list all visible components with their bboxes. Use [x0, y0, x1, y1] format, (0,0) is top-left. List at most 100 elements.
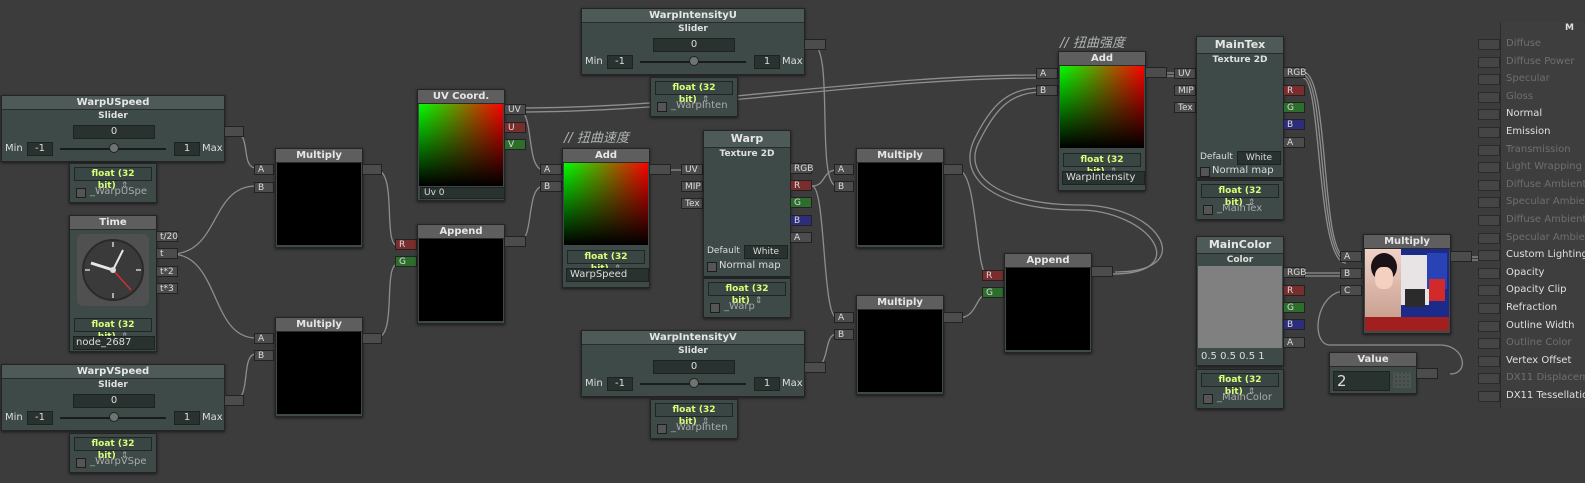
main-input-port[interactable]: [1478, 56, 1500, 68]
slider-value-field[interactable]: 0: [73, 125, 155, 139]
output-port[interactable]: [362, 333, 382, 344]
node-name-field[interactable]: WarpSpeed: [566, 268, 649, 282]
warp-output-rgb[interactable]: RGB: [790, 163, 813, 174]
node-append-2[interactable]: Append: [1004, 253, 1092, 353]
max-field[interactable]: 1: [174, 142, 200, 156]
slider-knob[interactable]: [109, 143, 119, 153]
main-input-port[interactable]: [1478, 197, 1500, 209]
time-output-t2[interactable]: t*2: [156, 266, 178, 277]
input-port-a[interactable]: A: [834, 164, 854, 175]
main-input-port[interactable]: [1478, 109, 1500, 121]
main-input-row[interactable]: Outline Color: [1506, 337, 1571, 348]
uv-output-u[interactable]: U: [504, 122, 526, 133]
main-input-row[interactable]: Gloss: [1506, 91, 1533, 102]
node-warp-intensity-v[interactable]: WarpIntensityV Slider 0 Min -1 1 Max: [581, 330, 805, 397]
node-multiply-5[interactable]: Multiply: [1363, 234, 1451, 334]
node-multiply-3[interactable]: Multiply: [856, 148, 944, 248]
main-input-row[interactable]: Specular Ambient: [1506, 232, 1585, 243]
main-input-row[interactable]: Diffuse: [1506, 38, 1541, 49]
param-checkbox[interactable]: [710, 303, 720, 313]
node-main-color[interactable]: MainColor Color 0.5 0.5 0.5 1: [1196, 236, 1284, 366]
main-input-row[interactable]: Outline Width: [1506, 320, 1574, 331]
main-input-port[interactable]: [1478, 373, 1500, 385]
main-input-row[interactable]: Normal: [1506, 108, 1542, 119]
input-port-b[interactable]: B: [1340, 268, 1362, 279]
warp-output-g[interactable]: G: [790, 197, 812, 208]
param-checkbox[interactable]: [76, 188, 86, 198]
input-port-b[interactable]: B: [834, 181, 854, 192]
main-input-port[interactable]: [1478, 303, 1500, 314]
output-port[interactable]: [943, 312, 963, 323]
max-field[interactable]: 1: [174, 411, 200, 425]
value-field[interactable]: 2: [1333, 371, 1390, 391]
node-value[interactable]: Value 2: [1329, 352, 1417, 394]
main-input-row[interactable]: Diffuse Ambient: [1506, 214, 1585, 225]
main-input-row[interactable]: Opacity: [1506, 267, 1544, 278]
warp-output-b[interactable]: B: [790, 215, 812, 226]
main-input-row[interactable]: Transmission: [1506, 144, 1571, 155]
input-port-r[interactable]: R: [395, 239, 417, 250]
main-input-port[interactable]: [1478, 91, 1500, 103]
min-field[interactable]: -1: [27, 142, 53, 156]
node-uv-coord[interactable]: UV Coord. Uv 0: [417, 89, 505, 201]
main-input-row[interactable]: Specular Ambient: [1506, 196, 1585, 207]
precision-dropdown[interactable]: float (32 bit): [708, 282, 786, 306]
precision-dropdown[interactable]: float (32 bit): [655, 403, 733, 427]
main-input-port[interactable]: [1478, 320, 1500, 332]
param-checkbox[interactable]: [1203, 205, 1213, 215]
default-dropdown[interactable]: White: [744, 245, 788, 259]
warp-output-r[interactable]: R: [790, 180, 812, 191]
node-name-field[interactable]: node_2687: [73, 336, 155, 350]
main-input-port[interactable]: [1478, 250, 1500, 262]
precision-dropdown[interactable]: float (32 bit): [74, 318, 152, 342]
param-checkbox[interactable]: [657, 424, 667, 434]
output-port[interactable]: [224, 395, 244, 406]
output-port[interactable]: [943, 164, 963, 175]
node-add-1[interactable]: Add float (32 bit) WarpSpeed: [562, 148, 650, 288]
input-port-g[interactable]: G: [982, 287, 1004, 298]
slider-value-field[interactable]: 0: [653, 360, 735, 374]
maintex-input-tex[interactable]: Tex: [1174, 102, 1196, 113]
main-input-port[interactable]: [1478, 355, 1500, 367]
main-input-port[interactable]: [1478, 391, 1500, 402]
param-checkbox[interactable]: [657, 102, 667, 112]
main-node-panel[interactable]: M Diffuse Diffuse Power Specular Gloss Norma…: [1500, 22, 1585, 408]
main-input-row[interactable]: Opacity Clip: [1506, 284, 1567, 295]
time-output-t20[interactable]: t/20: [156, 231, 178, 242]
slider-value-field[interactable]: 0: [73, 394, 155, 408]
maintex-output-rgb[interactable]: RGB: [1283, 67, 1306, 78]
maintex-input-uv[interactable]: UV: [1174, 68, 1196, 79]
node-warp-u-speed[interactable]: WarpUSpeed Slider 0 Min -1 1 Max: [1, 95, 225, 162]
main-input-row[interactable]: DX11 Displacement: [1506, 372, 1585, 383]
precision-dropdown[interactable]: float (32 bit): [655, 81, 733, 105]
slider-knob[interactable]: [689, 378, 699, 388]
precision-dropdown[interactable]: float (32 bit): [1063, 153, 1141, 177]
output-port[interactable]: [362, 164, 382, 175]
main-input-port[interactable]: [1478, 127, 1500, 138]
output-port[interactable]: [1416, 368, 1438, 379]
node-add-2[interactable]: Add float (32 bit) WarpIntensity: [1058, 51, 1146, 191]
main-input-row[interactable]: DX11 Tessellation: [1506, 390, 1585, 401]
node-main-tex[interactable]: MainTex Texture 2D Default White Normal …: [1196, 36, 1284, 178]
output-port[interactable]: [504, 236, 526, 247]
normal-map-checkbox[interactable]: [707, 262, 717, 272]
precision-dropdown[interactable]: float (32 bit): [74, 167, 152, 191]
uv-output-uv[interactable]: UV: [504, 104, 526, 115]
main-input-port[interactable]: [1478, 74, 1500, 86]
main-input-row[interactable]: Refraction: [1506, 302, 1557, 313]
main-input-row[interactable]: Vertex Offset: [1506, 355, 1571, 366]
input-port-b[interactable]: B: [540, 181, 562, 192]
main-input-port[interactable]: [1478, 232, 1500, 244]
main-input-port[interactable]: [1478, 338, 1500, 350]
main-input-row[interactable]: Diffuse Power: [1506, 56, 1574, 67]
node-name-field[interactable]: WarpIntensity: [1062, 171, 1145, 185]
min-field[interactable]: -1: [607, 377, 633, 391]
main-input-port[interactable]: [1478, 144, 1500, 156]
main-input-port[interactable]: [1478, 179, 1500, 191]
warp-output-a[interactable]: A: [790, 232, 812, 243]
param-checkbox[interactable]: [1203, 394, 1213, 404]
input-port-c[interactable]: C: [1340, 285, 1362, 296]
main-input-port[interactable]: [1478, 267, 1500, 279]
main-input-row[interactable]: Light Wrapping: [1506, 161, 1582, 172]
color-swatch[interactable]: [1198, 266, 1282, 348]
